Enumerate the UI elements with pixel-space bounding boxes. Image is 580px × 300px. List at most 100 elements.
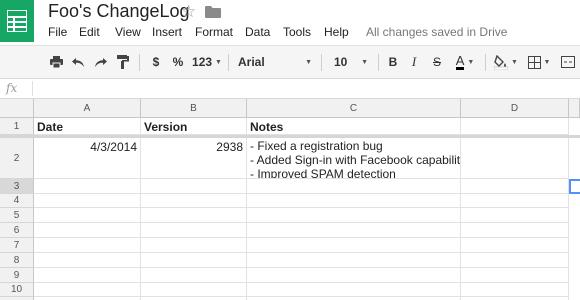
empty-cell[interactable]: [461, 194, 569, 208]
active-cell[interactable]: [569, 179, 580, 194]
borders-icon: [527, 55, 541, 69]
empty-cell[interactable]: [461, 253, 569, 268]
column-header-c[interactable]: C: [247, 99, 461, 118]
print-icon: [49, 56, 63, 68]
empty-cell[interactable]: [247, 283, 461, 297]
empty-cell[interactable]: [247, 194, 461, 208]
empty-cell[interactable]: [461, 223, 569, 238]
empty-cell[interactable]: [141, 238, 247, 253]
empty-cell[interactable]: [34, 253, 141, 268]
cell-a2[interactable]: 4/3/2014: [34, 138, 141, 179]
folder-icon[interactable]: [205, 5, 221, 23]
merge-cells-button[interactable]: [558, 46, 578, 78]
spreadsheet-grid: A B C D 1 2 3 4 5 6 7 8 9 10 11 Date Ver…: [0, 99, 580, 300]
formula-bar: fx: [0, 79, 580, 99]
empty-cell[interactable]: [141, 283, 247, 297]
paint-format-button[interactable]: [113, 46, 133, 78]
cell-d1[interactable]: [461, 118, 569, 135]
empty-cell[interactable]: [141, 223, 247, 238]
redo-button[interactable]: [90, 46, 110, 78]
empty-cell[interactable]: [34, 179, 141, 194]
row-header-4[interactable]: 4: [0, 194, 34, 208]
empty-cell[interactable]: [34, 238, 141, 253]
row-header-10[interactable]: 10: [0, 283, 34, 297]
empty-cell[interactable]: [247, 208, 461, 223]
empty-cell[interactable]: [247, 179, 461, 194]
toolbar-separator: [378, 54, 379, 71]
bold-button[interactable]: B: [384, 46, 402, 78]
menu-view[interactable]: View: [115, 25, 141, 39]
row-header-3[interactable]: 3: [0, 179, 34, 194]
cell-b1[interactable]: Version: [141, 118, 247, 135]
column-header-e[interactable]: [569, 99, 580, 118]
empty-cell[interactable]: [34, 283, 141, 297]
row-header-1[interactable]: 1: [0, 118, 34, 135]
empty-cell[interactable]: [247, 223, 461, 238]
cell-c1[interactable]: Notes: [247, 118, 461, 135]
font-size-dropdown[interactable]: 10 ▼: [328, 46, 374, 78]
currency-format-button[interactable]: $: [148, 46, 164, 78]
chevron-down-icon: ▼: [467, 58, 475, 66]
row-header-8[interactable]: 8: [0, 253, 34, 268]
column-header-d[interactable]: D: [461, 99, 569, 118]
empty-cell[interactable]: [461, 208, 569, 223]
more-formats-dropdown[interactable]: 123 ▼: [190, 46, 224, 78]
menu-edit[interactable]: Edit: [79, 25, 100, 39]
borders-button[interactable]: ▼: [524, 46, 554, 78]
empty-cell[interactable]: [461, 179, 569, 194]
print-button[interactable]: [46, 46, 66, 78]
menu-format[interactable]: Format: [195, 25, 233, 39]
select-all-corner[interactable]: [0, 99, 34, 118]
cell-d2[interactable]: [461, 138, 569, 179]
empty-cell[interactable]: [247, 253, 461, 268]
empty-cell[interactable]: [247, 238, 461, 253]
row-header-9[interactable]: 9: [0, 268, 34, 283]
merge-icon: [561, 56, 575, 68]
empty-cell[interactable]: [141, 268, 247, 283]
row-header-6[interactable]: 6: [0, 223, 34, 238]
menu-file[interactable]: File: [48, 25, 67, 39]
formula-input[interactable]: [38, 80, 574, 97]
empty-cell[interactable]: [141, 208, 247, 223]
strikethrough-button[interactable]: S: [428, 46, 446, 78]
cell-a1[interactable]: Date: [34, 118, 141, 135]
chevron-down-icon: ▼: [361, 58, 368, 66]
empty-cell[interactable]: [141, 194, 247, 208]
row-header-2[interactable]: 2: [0, 138, 34, 179]
menu-tools[interactable]: Tools: [283, 25, 311, 39]
redo-icon: [94, 57, 107, 67]
menu-help[interactable]: Help: [324, 25, 349, 39]
empty-cell[interactable]: [34, 194, 141, 208]
cell-c2[interactable]: - Fixed a registration bug - Added Sign-…: [247, 138, 461, 179]
cell-b2[interactable]: 2938: [141, 138, 247, 179]
percent-format-button[interactable]: %: [169, 46, 187, 78]
document-title[interactable]: Foo's ChangeLog: [48, 1, 190, 22]
empty-cell[interactable]: [34, 223, 141, 238]
empty-cell[interactable]: [461, 268, 569, 283]
column-header-b[interactable]: B: [141, 99, 247, 118]
empty-cell[interactable]: [34, 268, 141, 283]
fill-color-button[interactable]: ▼: [491, 46, 521, 78]
font-family-dropdown[interactable]: Arial ▼: [234, 46, 316, 78]
chevron-down-icon: ▼: [511, 58, 518, 66]
empty-cell[interactable]: [247, 268, 461, 283]
chevron-down-icon: ▼: [543, 58, 551, 66]
empty-cell[interactable]: [461, 238, 569, 253]
undo-button[interactable]: [68, 46, 88, 78]
menu-insert[interactable]: Insert: [152, 25, 182, 39]
empty-cell[interactable]: [141, 253, 247, 268]
empty-cell[interactable]: [141, 179, 247, 194]
row-header-7[interactable]: 7: [0, 238, 34, 253]
italic-button[interactable]: I: [405, 46, 423, 78]
toolbar-separator: [485, 54, 486, 71]
column-header-a[interactable]: A: [34, 99, 141, 118]
sheets-logo-icon[interactable]: [0, 0, 34, 42]
undo-icon: [71, 57, 84, 67]
star-icon[interactable]: ☆: [181, 2, 196, 22]
menu-data[interactable]: Data: [245, 25, 270, 39]
empty-cell[interactable]: [461, 283, 569, 297]
note-line: - Improved SPAM detection: [250, 167, 396, 179]
row-header-5[interactable]: 5: [0, 208, 34, 223]
text-color-button[interactable]: A ▼: [450, 46, 480, 78]
empty-cell[interactable]: [34, 208, 141, 223]
